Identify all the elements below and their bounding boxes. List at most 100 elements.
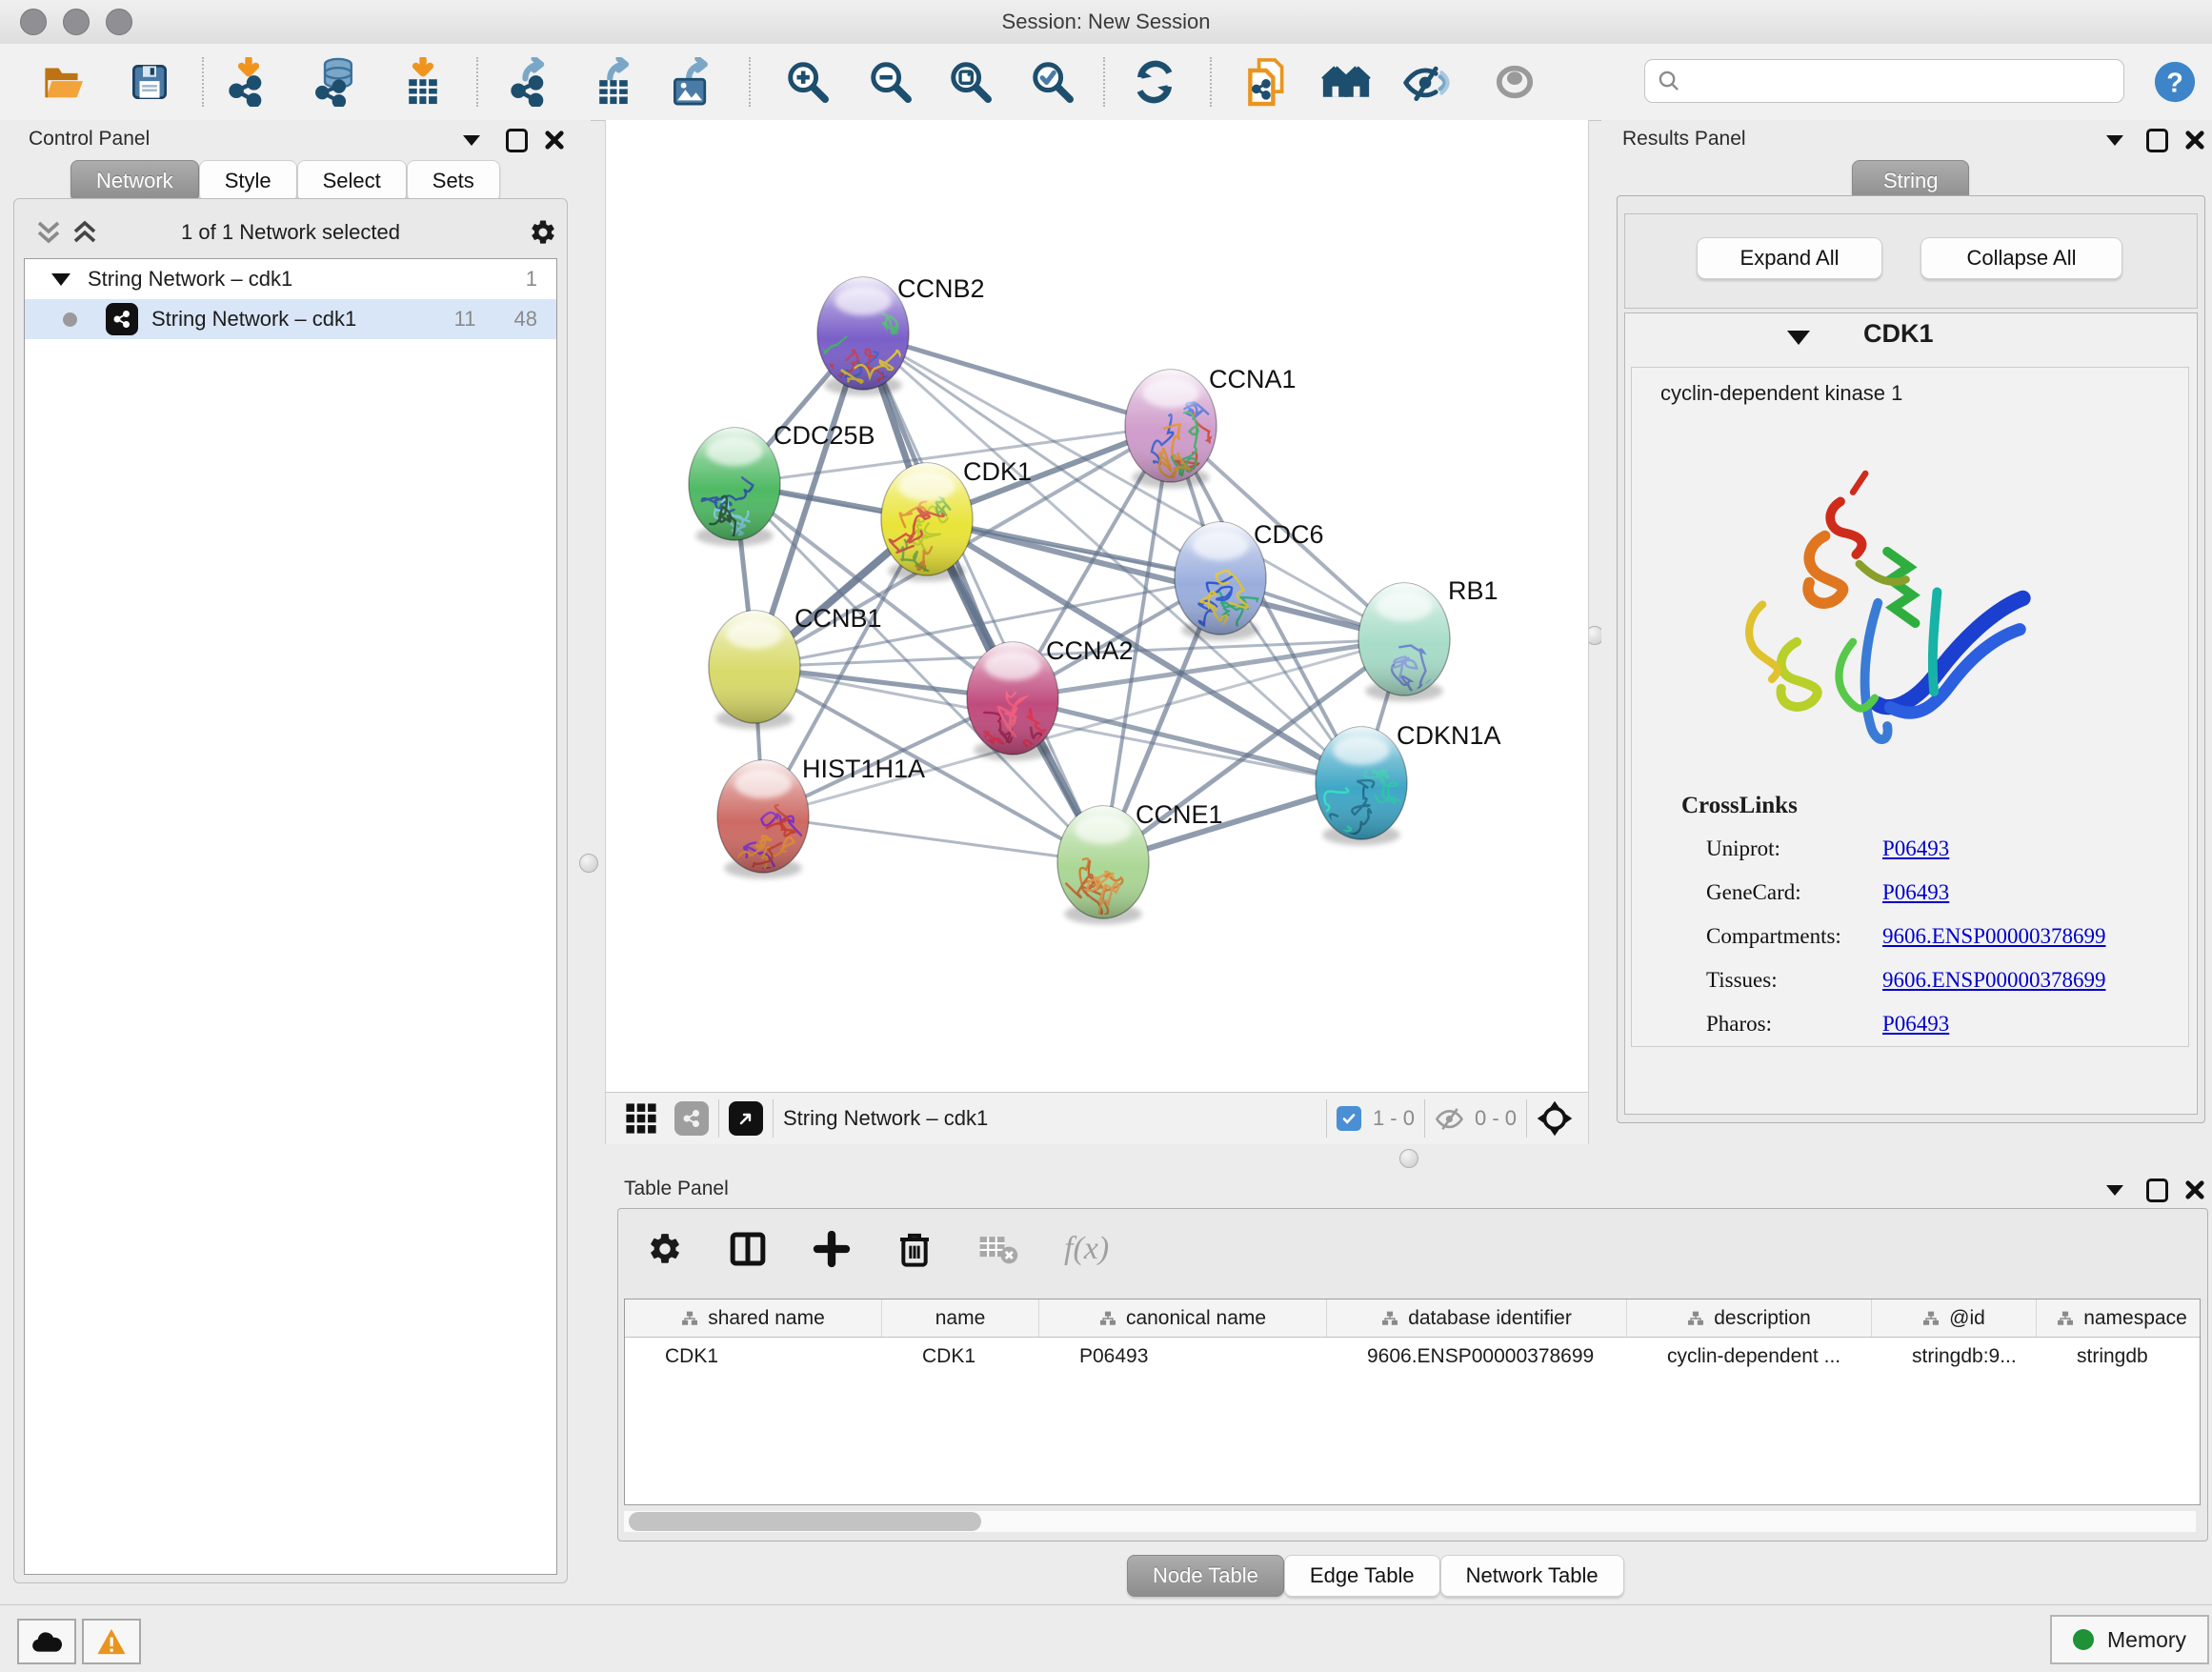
detach-view-icon[interactable] [729, 1101, 763, 1136]
table-cell[interactable]: P06493 [1039, 1338, 1327, 1376]
export-table-button[interactable] [587, 51, 640, 112]
cloud-status-button[interactable] [17, 1619, 76, 1664]
network-graph[interactable]: CCNB2CCNA1CDC25BCDK1CDC6RB1CCNB1CCNA2CDK… [606, 120, 1588, 1092]
network-canvas[interactable]: CCNB2CCNA1CDC25BCDK1CDC6RB1CCNB1CCNA2CDK… [605, 120, 1589, 1092]
tab-sets[interactable]: Sets [407, 160, 500, 202]
column-header-canonical-name[interactable]: canonical name [1039, 1299, 1327, 1337]
control-panel-menu-button[interactable] [463, 135, 480, 146]
table-hscroll-thumb[interactable] [629, 1512, 981, 1531]
table-panel-menu-button[interactable] [2106, 1185, 2123, 1196]
crosslink-value-link[interactable]: P06493 [1882, 880, 1949, 905]
warnings-button[interactable] [82, 1619, 141, 1664]
table-cell[interactable]: stringdb:9... [1872, 1338, 2037, 1376]
crosslink-value-link[interactable]: P06493 [1882, 1012, 1949, 1037]
network-node-CDC6[interactable]: CDC6 [1175, 520, 1324, 651]
search-input[interactable] [1681, 69, 2104, 93]
grid-view-icon[interactable] [625, 1102, 657, 1135]
toolbar-search[interactable] [1644, 59, 2124, 103]
network-node-CCNE1[interactable]: CCNE1 [1057, 800, 1223, 938]
entry-collapse-icon[interactable] [1787, 331, 1810, 345]
selected-checkbox-icon[interactable] [1337, 1106, 1361, 1131]
results-panel-close-button[interactable] [2183, 129, 2206, 151]
column-header-name[interactable]: name [882, 1299, 1039, 1337]
collapse-all-button[interactable]: Collapse All [1920, 237, 2122, 279]
table-panel-close-button[interactable] [2183, 1178, 2206, 1201]
column-header-shared-name[interactable]: shared name [625, 1299, 882, 1337]
network-node-CCNA1[interactable]: CCNA1 [1125, 365, 1297, 489]
home-button[interactable] [1319, 51, 1373, 112]
zoom-out-button[interactable] [863, 51, 916, 112]
memory-button[interactable]: Memory [2050, 1615, 2209, 1664]
hide-panel-button[interactable] [1399, 51, 1453, 112]
import-table-button[interactable] [396, 51, 450, 112]
delete-column-icon[interactable] [896, 1230, 933, 1268]
gear-icon[interactable] [529, 218, 557, 247]
table-panel-float-button[interactable] [2146, 1178, 2168, 1202]
column-header-namespace[interactable]: namespace [2037, 1299, 2201, 1337]
network-node-CCNB2[interactable]: CCNB2 [804, 274, 984, 415]
tab-edge-table[interactable]: Edge Table [1284, 1555, 1440, 1597]
show-panel-button[interactable] [1488, 51, 1541, 112]
network-node-CCNB1[interactable]: CCNB1 [709, 604, 882, 729]
tab-select[interactable]: Select [297, 160, 407, 202]
network-node-CCNA2[interactable]: CCNA2 [967, 636, 1134, 771]
expand-all-button[interactable]: Expand All [1697, 237, 1882, 279]
help-button[interactable]: ? [2148, 51, 2202, 112]
crosslink-value-link[interactable]: 9606.ENSP00000378699 [1882, 968, 2106, 993]
table-gear-icon[interactable] [647, 1231, 683, 1267]
table-hscrollbar[interactable] [624, 1511, 2196, 1532]
network-edge[interactable] [863, 333, 1171, 426]
zoom-fit-button[interactable] [943, 51, 996, 112]
export-network-button[interactable] [504, 51, 557, 112]
zoom-selected-button[interactable] [1025, 51, 1078, 112]
table-cell[interactable]: CDK1 [625, 1338, 882, 1376]
network-collection-row[interactable]: String Network – cdk1 1 [25, 259, 556, 299]
node-label: CDK1 [963, 457, 1032, 486]
tab-style[interactable]: Style [199, 160, 297, 202]
results-panel-menu-button[interactable] [2106, 135, 2123, 146]
control-panel-close-button[interactable] [543, 129, 566, 151]
network-label: String Network – cdk1 [151, 307, 356, 332]
birds-eye-view-icon[interactable] [674, 1101, 709, 1136]
import-network-button[interactable] [222, 51, 275, 112]
crosslink-value-link[interactable]: P06493 [1882, 836, 1949, 861]
control-panel-title: Control Panel [29, 128, 150, 151]
node-highlight [1142, 378, 1199, 408]
tab-network[interactable]: Network [70, 160, 199, 202]
column-header-database-identifier[interactable]: database identifier [1327, 1299, 1627, 1337]
export-image-button[interactable] [664, 51, 717, 112]
bottom-splitter-handle[interactable] [1399, 1149, 1418, 1168]
crosslink-row: GeneCard:P06493 [1706, 880, 2163, 905]
tab-network-table[interactable]: Network Table [1440, 1555, 1624, 1597]
table-cell[interactable]: stringdb [2037, 1338, 2201, 1376]
zoom-in-button[interactable] [780, 51, 834, 112]
tab-node-table[interactable]: Node Table [1127, 1555, 1284, 1597]
table-cell[interactable]: 9606.ENSP00000378699 [1327, 1338, 1627, 1376]
control-panel-float-button[interactable] [506, 129, 528, 152]
table-row[interactable]: CDK1CDK1P064939606.ENSP00000378699cyclin… [625, 1338, 2200, 1376]
entry-detail-box: cyclin-dependent kinase 1 CrossLinks Uni… [1631, 367, 2189, 1047]
table-cell[interactable]: cyclin-dependent ... [1627, 1338, 1872, 1376]
node-table[interactable]: shared namenamecanonical namedatabase id… [624, 1299, 2201, 1505]
open-session-button[interactable] [37, 51, 90, 112]
column-header-description[interactable]: description [1627, 1299, 1872, 1337]
fit-content-icon[interactable] [1537, 1100, 1573, 1137]
column-header--id[interactable]: @id [1872, 1299, 2037, 1337]
add-column-icon[interactable] [813, 1230, 851, 1268]
crosslink-value-link[interactable]: 9606.ENSP00000378699 [1882, 924, 2106, 949]
results-panel-float-button[interactable] [2146, 129, 2168, 152]
show-columns-icon[interactable] [729, 1230, 767, 1268]
save-session-button[interactable] [123, 51, 176, 112]
network-edge[interactable] [763, 639, 1404, 816]
clone-network-button[interactable] [1239, 51, 1293, 112]
tree-expand-icon[interactable] [51, 273, 70, 286]
refresh-button[interactable] [1128, 51, 1181, 112]
import-network-from-database-button[interactable] [311, 51, 364, 112]
table-cell[interactable]: CDK1 [882, 1338, 1039, 1376]
node-label: CCNB2 [897, 274, 985, 303]
network-node-RB1[interactable]: RB1 [1358, 576, 1498, 714]
left-splitter-handle[interactable] [579, 854, 598, 873]
network-edge[interactable] [763, 816, 1103, 862]
network-node-CDKN1A[interactable]: CDKN1A [1302, 721, 1501, 874]
network-row-selected[interactable]: String Network – cdk1 11 48 [25, 299, 556, 339]
